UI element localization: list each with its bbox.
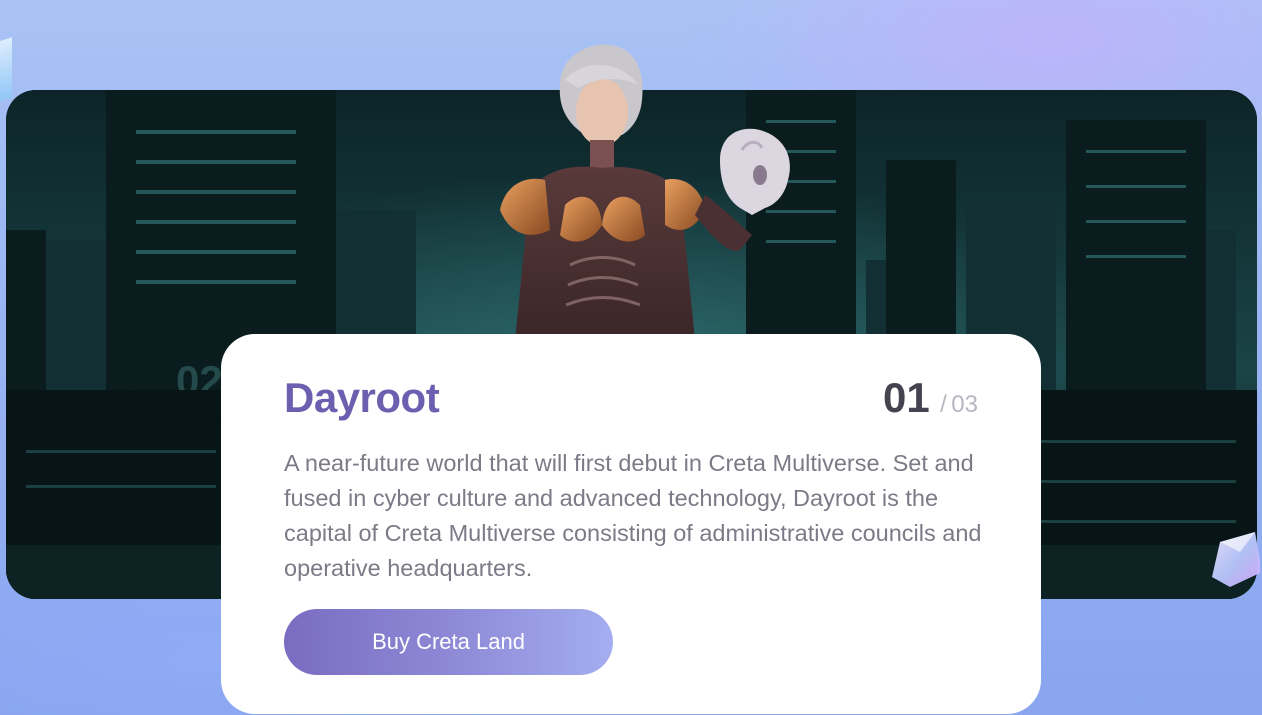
crystal-shard-icon bbox=[0, 37, 12, 103]
slide-counter-current: 01 bbox=[883, 374, 930, 421]
world-info-card: Dayroot 01 / 03 A near-future world that… bbox=[221, 334, 1041, 714]
buy-creta-land-button[interactable]: Buy Creta Land bbox=[284, 609, 613, 675]
slide-counter: 01 / 03 bbox=[883, 374, 978, 422]
crystal-cube-icon bbox=[1210, 532, 1262, 602]
cyborg-character-illustration bbox=[490, 40, 810, 340]
slide-counter-total: 03 bbox=[951, 391, 978, 418]
slide-counter-separator: / bbox=[940, 391, 947, 418]
world-description: A near-future world that will first debu… bbox=[284, 450, 982, 581]
world-title: Dayroot bbox=[284, 374, 440, 421]
